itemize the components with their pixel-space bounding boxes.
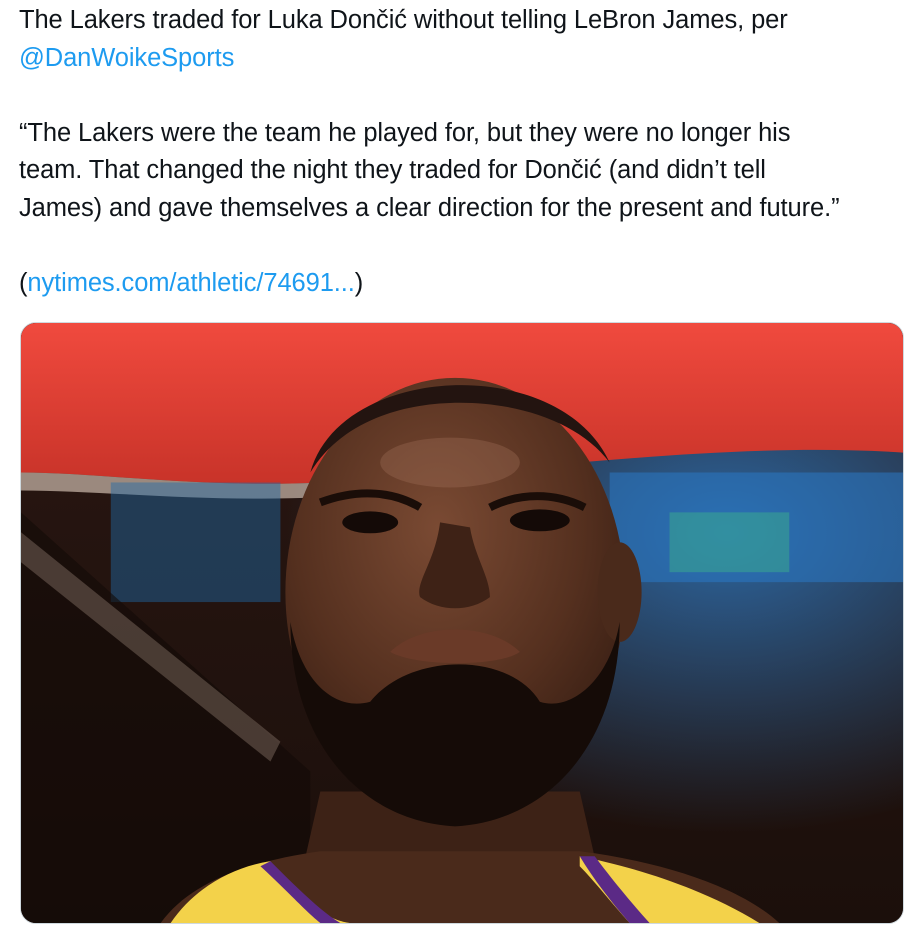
- left-lights: [110, 482, 281, 603]
- link-close-paren: ): [354, 268, 364, 297]
- quote-line-1: “The Lakers were the team he played for,…: [19, 118, 791, 147]
- forehead-highlight: [380, 437, 520, 488]
- tweet-text: The Lakers traded for Luka Dončić withou…: [19, 2, 909, 302]
- tweet-intro-text: The Lakers traded for Luka Dončić withou…: [19, 6, 788, 34]
- ear: [597, 542, 642, 642]
- link-line: (nytimes.com/athletic/74691...): [19, 265, 909, 303]
- article-link[interactable]: nytimes.com/athletic/74691...: [27, 269, 354, 297]
- mention-link[interactable]: @DanWoikeSports: [19, 44, 234, 72]
- tweet: The Lakers traded for Luka Dončić withou…: [0, 0, 923, 939]
- right-eye: [509, 509, 570, 532]
- tweet-line-2: @DanWoikeSports: [19, 40, 909, 78]
- green-lights: [669, 512, 790, 573]
- left-eye: [342, 511, 399, 534]
- quote-line-2: team. That changed the night they traded…: [19, 156, 766, 184]
- tweet-line-1: The Lakers traded for Luka Dončić withou…: [19, 2, 909, 40]
- player-photo-illustration: [21, 323, 903, 923]
- quote-line-3: James) and gave themselves a clear direc…: [19, 193, 840, 222]
- tweet-photo[interactable]: [20, 322, 904, 924]
